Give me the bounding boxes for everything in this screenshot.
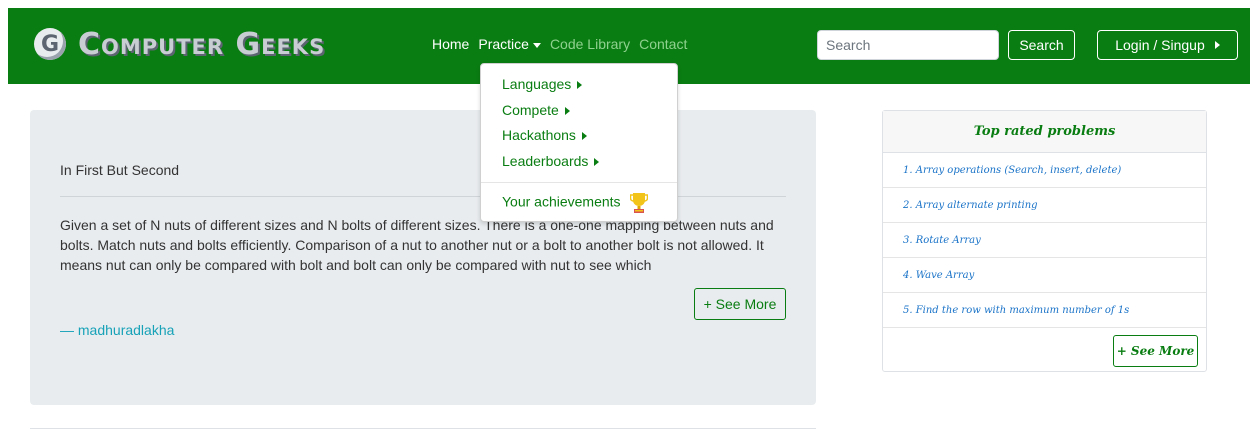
dropdown-item-label: Hackathons [502, 127, 576, 143]
brand-name: Computer Geeks [78, 26, 326, 62]
nav-home[interactable]: Home [432, 36, 469, 52]
problem-card: In First But Second Given a set of N nut… [30, 110, 816, 405]
top-problem-item[interactable]: 2. Array alternate printing [883, 188, 1206, 223]
nav-practice-label: Practice [478, 36, 529, 52]
problem-title: In First But Second [60, 162, 180, 178]
nav-practice[interactable]: Practice [478, 36, 541, 52]
dropdown-item-hackathons[interactable]: Hackathons [502, 127, 587, 143]
caret-right-icon [564, 107, 570, 116]
caret-down-icon [532, 42, 541, 48]
caret-right-icon [581, 132, 587, 141]
dropdown-item-label: Compete [502, 102, 559, 118]
see-more-button[interactable]: + See More [694, 288, 786, 320]
brand-logo[interactable]: G Computer Geeks [34, 24, 325, 64]
search-input[interactable] [817, 30, 999, 60]
search-button[interactable]: Search [1008, 30, 1075, 60]
dropdown-item-achievements[interactable]: Your achievements [502, 192, 649, 214]
caret-right-icon [577, 81, 583, 90]
caret-right-icon [594, 158, 600, 167]
dropdown-divider [481, 182, 677, 183]
nav-contact[interactable]: Contact [639, 36, 687, 52]
nav-code-library[interactable]: Code Library [550, 36, 630, 52]
sidebar-see-more-button[interactable]: + See More [1113, 335, 1198, 367]
problem-description: Given a set of N nuts of different sizes… [60, 217, 774, 273]
dropdown-item-leaderboards[interactable]: Leaderboards [502, 153, 600, 169]
practice-dropdown-menu: Languages Compete Hackathons Leaderboard… [480, 63, 678, 222]
problem-author[interactable]: — madhuradlakha [60, 322, 174, 338]
divider [30, 428, 816, 429]
panel-title: Top rated problems [883, 111, 1206, 153]
dropdown-item-label: Leaderboards [502, 153, 589, 169]
dropdown-item-languages[interactable]: Languages [502, 76, 583, 92]
top-problem-item[interactable]: 3. Rotate Array [883, 223, 1206, 258]
caret-right-icon [1214, 41, 1220, 49]
dropdown-item-label: Languages [502, 76, 572, 92]
top-problem-item[interactable]: 5. Find the row with maximum number of 1… [883, 293, 1206, 328]
top-problem-item[interactable]: 1. Array operations (Search, insert, del… [883, 153, 1206, 188]
nav-links: Home Practice Code Library Contact [432, 36, 696, 52]
login-signup-button[interactable]: Login / Singup [1097, 30, 1238, 60]
dropdown-item-label: Your achievements [502, 193, 621, 210]
trophy-icon [630, 193, 649, 213]
top-rated-problems-panel: Top rated problems 1. Array operations (… [882, 110, 1207, 372]
login-label: Login / Singup [1115, 37, 1205, 53]
top-problem-item[interactable]: 4. Wave Array [883, 258, 1206, 293]
brand-g-icon: G [34, 28, 66, 60]
dropdown-item-compete[interactable]: Compete [502, 102, 570, 118]
